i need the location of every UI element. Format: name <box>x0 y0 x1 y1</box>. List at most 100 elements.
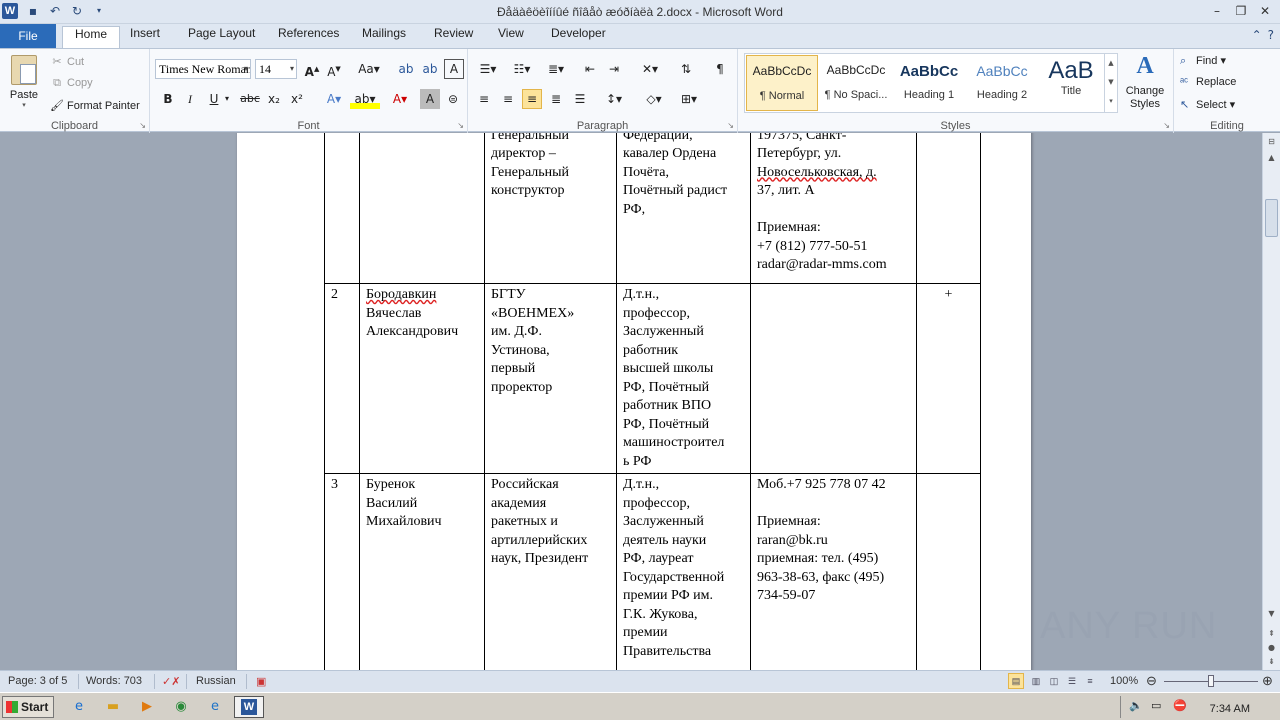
tab-home[interactable]: Home <box>62 26 121 48</box>
chevron-up-icon[interactable]: ▲ <box>1105 54 1117 73</box>
minimize-button[interactable]: – <box>1206 2 1228 20</box>
browse-object-icon[interactable]: ● <box>1265 641 1278 655</box>
shading-icon[interactable]: ◇▾ <box>640 89 668 109</box>
select-button[interactable]: ↖ Select ▾ <box>1180 98 1235 111</box>
mark-cell[interactable] <box>916 133 981 284</box>
dialog-launcher-icon[interactable]: ↘ <box>139 121 146 130</box>
distributed-icon[interactable]: ☰ <box>570 89 590 109</box>
folder-icon[interactable]: ▬ <box>102 697 124 717</box>
chevron-down-icon[interactable]: ▾ <box>222 89 232 109</box>
titles-cell[interactable]: РоссийскойФедерации,кавалер ОрденаПочёта… <box>616 133 751 284</box>
scroll-thumb[interactable] <box>1265 199 1278 237</box>
tab-references[interactable]: References <box>266 26 351 48</box>
speaker-icon[interactable]: 🔈 <box>1129 699 1143 712</box>
contact-cell[interactable]: ммс»197375, Санкт-Петербург, ул.Новосель… <box>750 133 917 284</box>
edge-icon[interactable]: e <box>204 697 226 717</box>
align-right-icon[interactable]: ≡ <box>522 89 542 109</box>
copy-button[interactable]: ⧉ Copy <box>50 77 93 90</box>
font-size-select[interactable]: 14 ▾ <box>255 59 297 79</box>
previous-page-icon[interactable]: ⇞ <box>1265 627 1278 641</box>
style-no-spacing[interactable]: AaBbCcDc ¶ No Spaci... <box>820 55 892 111</box>
increase-indent-icon[interactable]: ⇥ <box>604 59 624 79</box>
tab-view[interactable]: View <box>486 26 536 48</box>
security-icon[interactable]: ⛔ <box>1173 699 1187 712</box>
bold-button[interactable]: B <box>158 89 178 109</box>
phonetic-guide-icon[interactable]: ab <box>420 59 440 79</box>
scroll-up-icon[interactable]: ▲ <box>1265 151 1278 165</box>
titles-cell[interactable]: Д.т.н., профессор, Заслуженный деятель наук… <box>616 473 751 670</box>
borders-icon[interactable]: ⊞▾ <box>674 89 704 109</box>
row-number-cell[interactable]: 3 <box>324 473 360 670</box>
format-painter-button[interactable]: 🖌 Format Painter <box>50 99 140 112</box>
chrome-icon[interactable]: ◉ <box>170 697 192 717</box>
superscript-button[interactable]: x² <box>287 89 307 109</box>
ruler-toggle-icon[interactable]: ⊟ <box>1265 135 1278 149</box>
paste-button[interactable]: Paste ▾ <box>6 53 42 111</box>
find-button[interactable]: ⌕ Find ▾ <box>1180 54 1226 68</box>
minimize-ribbon-icon[interactable]: ⌃ <box>1252 28 1262 42</box>
style-heading-2[interactable]: AaBbCc Heading 2 <box>966 55 1038 111</box>
next-page-icon[interactable]: ⇟ <box>1265 655 1278 669</box>
titles-cell[interactable]: Д.т.н., профессор, Заслуженный работник высш… <box>616 283 751 474</box>
row-number-cell[interactable] <box>324 133 360 284</box>
tab-file[interactable]: File <box>0 24 56 48</box>
gallery-scroll[interactable]: ▲ ▼ ▾ <box>1104 54 1117 112</box>
zoom-out-icon[interactable]: ⊖ <box>1146 673 1157 689</box>
align-center-icon[interactable]: ≡ <box>498 89 518 109</box>
sort-icon[interactable]: ⇅ <box>676 59 696 79</box>
font-color-icon[interactable]: A▾ <box>386 89 414 109</box>
align-left-icon[interactable]: ≡ <box>474 89 494 109</box>
tab-review[interactable]: Review <box>422 26 485 48</box>
underline-button[interactable]: U <box>204 89 224 109</box>
dialog-launcher-icon[interactable]: ↘ <box>1163 121 1170 130</box>
style-heading-1[interactable]: AaBbCc Heading 1 <box>893 55 965 111</box>
help-icon[interactable]: ? <box>1268 28 1274 42</box>
macro-record-icon[interactable]: ▣ <box>256 675 266 688</box>
page-count[interactable]: Page: 3 of 5 <box>8 675 67 687</box>
outline-icon[interactable]: ☰ <box>1064 673 1080 689</box>
language-indicator[interactable]: Russian <box>196 675 236 687</box>
mark-cell[interactable] <box>916 473 981 670</box>
enclose-characters-icon[interactable]: ⊜ <box>443 89 463 109</box>
network-icon[interactable]: ▭ <box>1151 699 1161 712</box>
chevron-down-icon[interactable]: ▼ <box>1105 73 1117 92</box>
organization-cell[interactable]: «Радар ммс»,Генеральныйдиректор –Генерал… <box>484 133 617 284</box>
style-normal[interactable]: AaBbCcDc ¶ Normal <box>746 55 818 111</box>
tab-mailings[interactable]: Mailings <box>350 26 418 48</box>
clock[interactable]: 7:34 AM <box>1210 703 1250 715</box>
word-task-button[interactable]: W <box>234 696 264 718</box>
web-layout-icon[interactable]: ◫ <box>1046 673 1062 689</box>
more-icon[interactable]: ▾ <box>1105 92 1117 111</box>
name-cell[interactable]: Владимирович <box>359 133 485 284</box>
subscript-button[interactable]: x₂ <box>264 89 284 109</box>
row-number-cell[interactable]: 2 <box>324 283 360 474</box>
style-title[interactable]: AaB Title <box>1035 55 1107 111</box>
contact-cell[interactable] <box>750 283 917 474</box>
change-styles-button[interactable]: A Change Styles <box>1122 53 1168 115</box>
numbering-icon[interactable]: ☷▾ <box>508 59 536 79</box>
grow-font-button[interactable]: A▲ <box>302 59 322 79</box>
clear-formatting-icon[interactable]: ab <box>396 59 416 79</box>
maximize-button[interactable]: ❐ <box>1230 2 1252 20</box>
font-family-select[interactable]: Times New Roman ▾ <box>155 59 251 79</box>
name-cell[interactable]: Бородавкин Вячеслав Александрович <box>359 283 485 474</box>
zoom-level[interactable]: 100% <box>1110 675 1138 687</box>
contact-cell[interactable]: Моб.+7 925 778 07 42 Приемная: raran@bk.r… <box>750 473 917 670</box>
cut-button[interactable]: ✂ Cut <box>50 55 84 68</box>
word-count[interactable]: Words: 703 <box>86 675 142 687</box>
decrease-indent-icon[interactable]: ⇤ <box>580 59 600 79</box>
proofing-icon[interactable]: ✓✗ <box>162 675 180 688</box>
character-border-icon[interactable]: A <box>444 59 464 79</box>
document-page[interactable]: Владимирович«Радар ммс»,Генеральныйдирек… <box>237 133 1031 670</box>
vertical-scrollbar[interactable]: ⊟ ▲ ▼ ⇞ ● ⇟ <box>1262 133 1280 670</box>
justify-icon[interactable]: ≣ <box>546 89 566 109</box>
character-shading-icon[interactable]: A <box>420 89 440 109</box>
dialog-launcher-icon[interactable]: ↘ <box>727 121 734 130</box>
zoom-in-icon[interactable]: ⊕ <box>1262 673 1273 689</box>
ie-icon[interactable]: e <box>68 697 90 717</box>
scroll-down-icon[interactable]: ▼ <box>1265 607 1278 621</box>
tab-insert[interactable]: Insert <box>118 26 172 48</box>
draft-icon[interactable]: ≡ <box>1082 673 1098 689</box>
print-layout-icon[interactable]: ▤ <box>1008 673 1024 689</box>
close-button[interactable]: ✕ <box>1254 2 1276 20</box>
